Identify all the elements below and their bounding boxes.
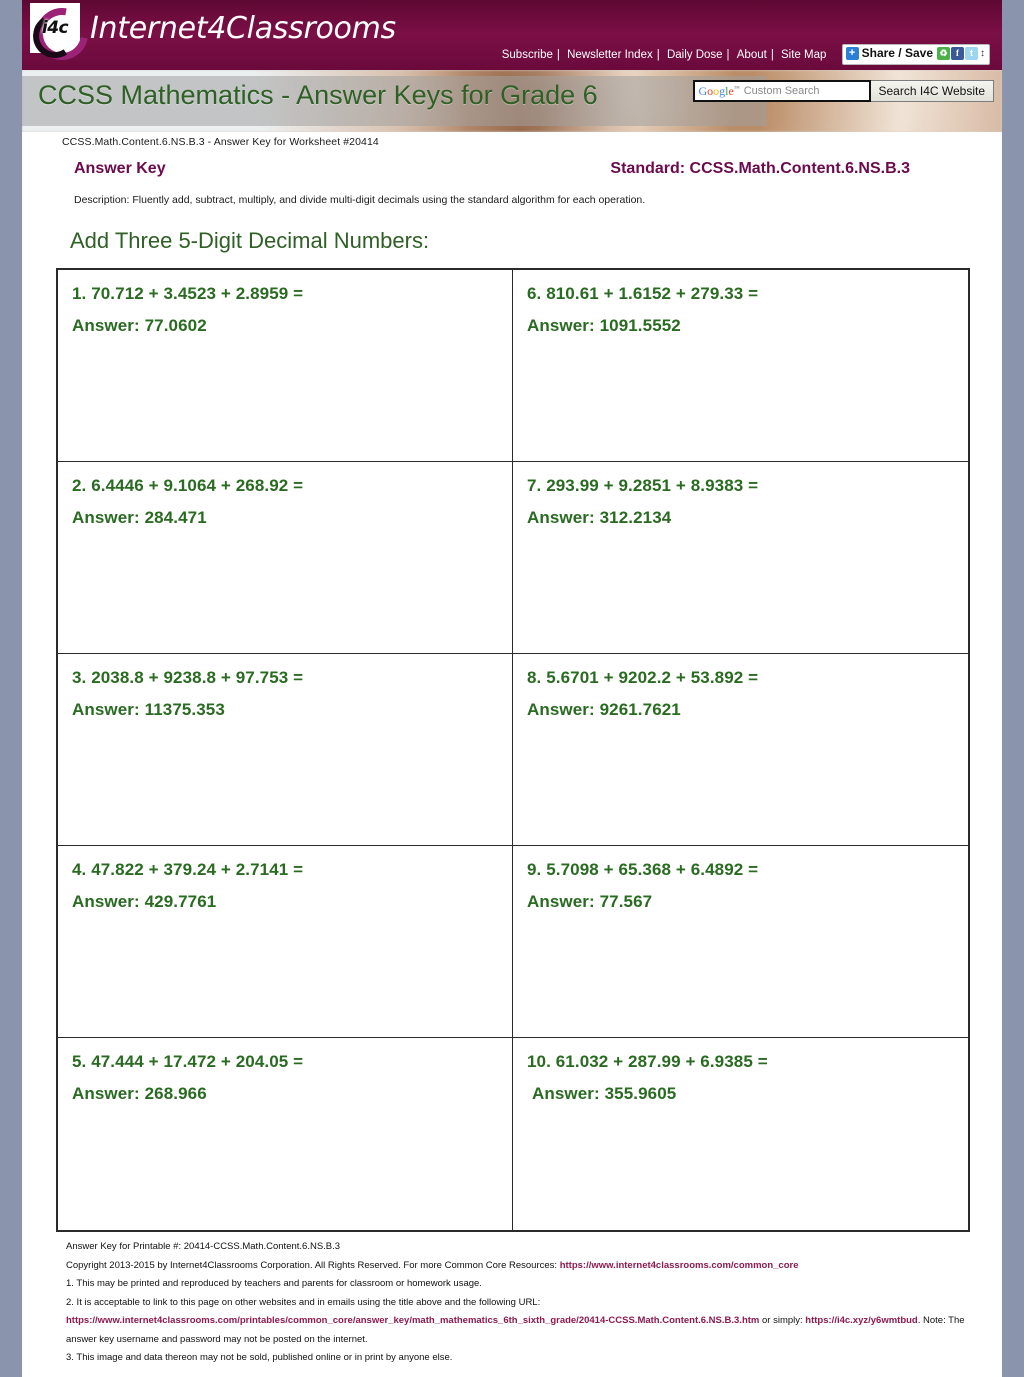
footer-note-1: 1. This may be printed and reproduced by… (66, 1278, 482, 1290)
problem-answer: Answer: 312.2134 (527, 508, 672, 527)
problem-cell: 3. 2038.8 + 9238.8 + 97.753 = Answer: 11… (58, 654, 513, 846)
problem-answer: Answer: 429.7761 (72, 892, 217, 911)
standard-label: Standard: CCSS.Math.Content.6.NS.B.3 (610, 160, 910, 177)
problem-question: 9. 5.7098 + 65.368 + 6.4892 = (527, 860, 759, 879)
nav-link-daily-dose[interactable]: Daily Dose (665, 49, 725, 61)
logo-wordmark: Internet4Classrooms (90, 10, 396, 46)
problem-question: 6. 810.61 + 1.6152 + 279.33 = (527, 284, 759, 303)
logo-badge-text: i4c (41, 18, 69, 38)
top-navigation: Subscribe | Newsletter Index | Daily Dose |… (500, 44, 990, 65)
chevron-updown-icon[interactable]: ↕ (980, 48, 985, 59)
footer-printable-id: Answer Key for Printable #: 20414-CCSS.M… (66, 1241, 341, 1252)
footer-note-2-url-line: https://www.internet4classrooms.com/prin… (66, 1312, 972, 1349)
twitter-icon[interactable]: t (965, 47, 978, 60)
site-header: i4c Internet4Classrooms Subscribe | Newsl… (22, 0, 1002, 70)
problem-question: 7. 293.99 + 9.2851 + 8.9383 = (527, 476, 759, 495)
problem-answer: Answer: 1091.5552 (527, 316, 681, 335)
problem-question: 2. 6.4446 + 9.1064 + 268.92 = (72, 476, 304, 495)
nav-separator: | (656, 48, 660, 61)
short-url-link[interactable]: https://i4c.xyz/y6wmtbud (805, 1315, 917, 1326)
problem-cell: 5. 47.444 + 17.472 + 204.05 = Answer: 26… (58, 1038, 513, 1230)
problems-grid: 1. 70.712 + 3.4523 + 2.8959 = Answer: 77… (56, 268, 970, 1232)
problem-answer: Answer: 9261.7621 (527, 700, 681, 719)
worksheet-url-link[interactable]: https://www.internet4classrooms.com/prin… (66, 1315, 759, 1326)
site-logo[interactable]: i4c Internet4Classrooms (25, 0, 396, 70)
nav-link-about[interactable]: About (735, 49, 769, 61)
i4c-logo-icon: i4c (25, 0, 99, 70)
share-save-label: Share / Save (861, 46, 933, 60)
problem-cell: 10. 61.032 + 287.99 + 6.9385 = Answer: 3… (513, 1038, 968, 1230)
page-banner: CCSS Mathematics - Answer Keys for Grade… (22, 70, 1002, 132)
nav-link-site-map[interactable]: Site Map (779, 49, 828, 61)
nav-separator: | (770, 48, 774, 61)
problem-answer: Answer: 11375.353 (72, 700, 225, 719)
footer-url-mid-text: or simply: (759, 1315, 806, 1327)
page-title: CCSS Mathematics - Answer Keys for Grade… (38, 80, 598, 110)
google-logo-icon: Google™ (698, 83, 740, 98)
problem-cell: 7. 293.99 + 9.2851 + 8.9383 = Answer: 31… (513, 462, 968, 654)
problem-cell: 8. 5.6701 + 9202.2 + 53.892 = Answer: 92… (513, 654, 968, 846)
problem-answer: Answer: 268.966 (72, 1084, 207, 1103)
problem-question: 10. 61.032 + 287.99 + 6.9385 = (527, 1052, 768, 1071)
problem-cell: 1. 70.712 + 3.4523 + 2.8959 = Answer: 77… (58, 270, 513, 462)
footer-note-2: 2. It is acceptable to link to this page… (66, 1296, 541, 1308)
search-input[interactable]: Google™ Custom Search (692, 80, 871, 102)
main-content: CCSS.Math.Content.6.NS.B.3 - Answer Key … (22, 132, 1002, 1368)
problem-answer: Answer: 77.567 (527, 892, 653, 911)
footer-copyright-text: Copyright 2013-2015 by Internet4Classroo… (66, 1259, 560, 1271)
search-placeholder-text: Custom Search (743, 85, 820, 97)
problem-question: 1. 70.712 + 3.4523 + 2.8959 = (72, 284, 304, 303)
answer-key-label: Answer Key (74, 160, 166, 177)
facebook-icon[interactable]: f (951, 47, 964, 60)
nav-separator: | (556, 48, 560, 61)
trademark-symbol: ™ (733, 85, 740, 92)
standard-description: Description: Fluently add, subtract, mul… (74, 194, 646, 206)
problem-answer: Answer: 284.471 (72, 508, 207, 527)
share-save-widget[interactable]: + Share / Save ♻ f t ↕ (841, 44, 990, 65)
nav-link-newsletter-index[interactable]: Newsletter Index (565, 49, 655, 61)
worksheet-page: i4c Internet4Classrooms Subscribe | Newsl… (22, 0, 1002, 1377)
problem-answer: Answer: 77.0602 (72, 316, 207, 335)
problem-cell: 4. 47.822 + 379.24 + 2.7141 = Answer: 42… (58, 846, 513, 1038)
problem-question: 3. 2038.8 + 9238.8 + 97.753 = (72, 668, 304, 687)
problem-cell: 6. 810.61 + 1.6152 + 279.33 = Answer: 10… (513, 270, 968, 462)
problem-cell: 2. 6.4446 + 9.1064 + 268.92 = Answer: 28… (58, 462, 513, 654)
footer-note-3: 3. This image and data thereon may not b… (66, 1352, 453, 1364)
site-search: Google™ Custom Search Search I4C Website (692, 80, 994, 102)
problem-question: 4. 47.822 + 379.24 + 2.7141 = (72, 860, 304, 879)
nav-separator: | (726, 48, 730, 61)
common-core-link[interactable]: https://www.internet4classrooms.com/comm… (560, 1260, 799, 1271)
page-footer: Answer Key for Printable #: 20414-CCSS.M… (36, 1232, 988, 1368)
worksheet-reference: CCSS.Math.Content.6.NS.B.3 - Answer Key … (62, 136, 379, 148)
key-header-row: Answer Key Standard: CCSS.Math.Content.6… (36, 148, 988, 178)
search-button[interactable]: Search I4C Website (870, 80, 994, 102)
share-icon[interactable]: ♻ (937, 47, 950, 60)
problem-cell: 9. 5.7098 + 65.368 + 6.4892 = Answer: 77… (513, 846, 968, 1038)
plus-icon: + (845, 47, 859, 60)
footer-copyright: Copyright 2013-2015 by Internet4Classroo… (66, 1257, 972, 1276)
nav-link-subscribe[interactable]: Subscribe (500, 49, 555, 61)
problem-question: 8. 5.6701 + 9202.2 + 53.892 = (527, 668, 759, 687)
problem-answer: Answer: 355.9605 (532, 1084, 677, 1103)
problem-question: 5. 47.444 + 17.472 + 204.05 = (72, 1052, 304, 1071)
section-title: Add Three 5-Digit Decimal Numbers: (70, 228, 430, 253)
